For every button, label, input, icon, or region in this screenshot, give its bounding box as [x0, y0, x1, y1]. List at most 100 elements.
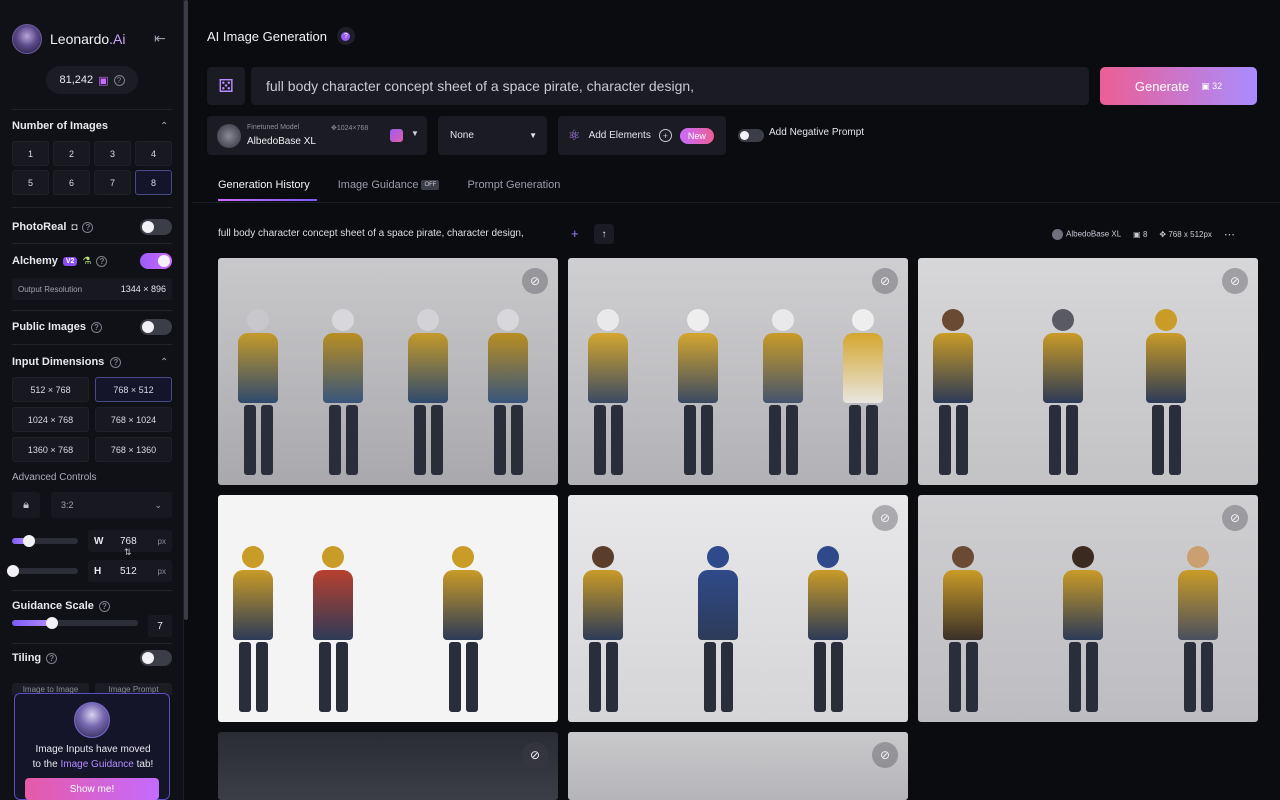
dim-1024x768[interactable]: 1024 × 768 — [12, 407, 89, 432]
prompt-input[interactable]: full body character concept sheet of a s… — [251, 67, 1089, 105]
generated-image-2[interactable]: ⊘ — [568, 258, 908, 485]
generate-button[interactable]: Generate ▣ 32 — [1100, 67, 1257, 105]
character-figure — [443, 546, 483, 712]
help-icon[interactable]: ? — [113, 74, 125, 86]
dim-512x768[interactable]: 512 × 768 — [12, 377, 89, 402]
dim-768x1360[interactable]: 768 × 1360 — [95, 437, 172, 462]
help-icon[interactable]: ? — [46, 652, 58, 664]
hide-image-icon[interactable]: ⊘ — [872, 742, 898, 768]
hide-image-icon[interactable]: ⊘ — [1222, 505, 1248, 531]
model-avatar-icon — [1052, 229, 1063, 240]
height-slider-knob[interactable] — [7, 565, 19, 577]
page-title: AI Image Generation ? — [207, 27, 355, 45]
brand-logo[interactable]: Leonardo.Ai — [12, 24, 126, 54]
hide-image-icon[interactable]: ⊘ — [872, 268, 898, 294]
alchemy-toggle[interactable] — [140, 253, 172, 269]
hide-image-icon[interactable]: ⊘ — [522, 742, 548, 768]
divider — [12, 207, 172, 208]
height-slider[interactable] — [7, 565, 78, 577]
generated-image-5[interactable]: ⊘ — [568, 495, 908, 722]
chevron-down-icon: ⌄ — [154, 499, 162, 510]
tab-image-guidance[interactable]: Image Guidance OFF — [338, 179, 440, 191]
add-elements-button[interactable]: ⚛ Add Elements + New — [558, 116, 726, 155]
new-badge: New — [679, 127, 714, 144]
character-figure — [588, 309, 628, 475]
chevron-up-icon[interactable]: ⌃ — [160, 357, 168, 368]
hide-image-icon[interactable]: ⊘ — [1222, 268, 1248, 294]
help-icon[interactable]: ? — [90, 321, 102, 333]
tiling-toggle[interactable] — [140, 650, 172, 666]
image-inputs-notice: Image Inputs have moved to the Image Gui… — [14, 693, 170, 800]
notice-text: Image Inputs have moved to the Image Gui… — [32, 744, 154, 770]
num-images-8[interactable]: 8 — [135, 170, 172, 195]
num-images-4[interactable]: 4 — [135, 141, 172, 166]
model-settings-icon[interactable] — [390, 129, 403, 142]
history-dims: ✥ 768 x 512px — [1159, 230, 1212, 239]
num-images-7[interactable]: 7 — [94, 170, 131, 195]
num-images-3[interactable]: 3 — [94, 141, 131, 166]
generated-image-6[interactable]: ⊘ — [918, 495, 1258, 722]
model-select[interactable]: Finetuned Model ✥1024×768 AlbedoBase XL … — [207, 116, 427, 155]
chevron-up-icon[interactable]: ⌃ — [160, 121, 168, 132]
height-field[interactable]: H 512 px — [88, 560, 172, 582]
sidebar: Leonardo.Ai ⇤ 81,242 ▣ ? Number of Image… — [0, 0, 184, 800]
number-of-images-title: Number of Images — [12, 120, 108, 132]
add-prompt-icon[interactable]: + — [571, 226, 579, 241]
tab-generation-history[interactable]: Generation History — [218, 179, 310, 191]
width-slider-knob[interactable] — [23, 535, 35, 547]
character-figure — [1178, 546, 1218, 712]
character-figure — [583, 546, 623, 712]
public-images-toggle[interactable] — [140, 319, 172, 335]
history-prompt: full body character concept sheet of a s… — [218, 228, 524, 239]
dim-1360x768[interactable]: 1360 × 768 — [12, 437, 89, 462]
help-icon[interactable]: ? — [110, 356, 122, 368]
hide-image-icon[interactable]: ⊘ — [872, 505, 898, 531]
app-root: Leonardo.Ai ⇤ 81,242 ▣ ? Number of Image… — [0, 0, 1280, 800]
credits-badge[interactable]: 81,242 ▣ ? — [46, 66, 138, 94]
generated-image-4[interactable] — [218, 495, 558, 722]
help-icon[interactable]: ? — [82, 221, 94, 233]
guidance-scale-slider[interactable] — [12, 617, 138, 629]
generated-image-7[interactable]: ⊘ — [218, 732, 558, 800]
divider — [12, 344, 172, 345]
help-icon[interactable]: ? — [98, 600, 110, 612]
num-images-2[interactable]: 2 — [53, 141, 90, 166]
random-prompt-dice-icon[interactable]: ⚄ — [207, 67, 245, 105]
more-options-icon[interactable]: ⋯ — [1224, 228, 1235, 241]
reuse-prompt-icon[interactable]: ↑ — [594, 224, 614, 244]
sidebar-scrollbar[interactable] — [184, 0, 188, 620]
num-images-1[interactable]: 1 — [12, 141, 49, 166]
guidance-scale-knob[interactable] — [46, 617, 58, 629]
generated-image-1[interactable]: ⊘ — [218, 258, 558, 485]
help-icon[interactable]: ? — [96, 255, 108, 267]
style-preset-select[interactable]: None ▼ — [438, 116, 547, 155]
swap-dimensions-icon[interactable]: ⇅ — [124, 547, 132, 558]
dim-768x512[interactable]: 768 × 512 — [95, 377, 172, 402]
photoreal-toggle[interactable] — [140, 219, 172, 235]
dim-768x1024[interactable]: 768 × 1024 — [95, 407, 172, 432]
image-guidance-link[interactable]: Image Guidance — [60, 759, 133, 770]
generated-image-3[interactable]: ⊘ — [918, 258, 1258, 485]
collapse-sidebar-icon[interactable]: ⇤ — [154, 30, 166, 47]
num-images-5[interactable]: 5 — [12, 170, 49, 195]
aspect-ratio-select[interactable]: 3:2 ⌄ — [51, 492, 172, 518]
guidance-scale-value[interactable]: 7 — [148, 615, 172, 637]
character-figure — [233, 546, 273, 712]
divider — [12, 109, 172, 110]
output-resolution: Output Resolution 1344 × 896 — [12, 278, 172, 300]
lock-icon[interactable]: 🔒︎ — [12, 492, 40, 518]
tab-prompt-generation[interactable]: Prompt Generation — [467, 179, 560, 191]
num-images-6[interactable]: 6 — [53, 170, 90, 195]
character-figure — [1063, 546, 1103, 712]
negative-prompt-toggle[interactable] — [738, 129, 764, 142]
token-icon: ▣ — [98, 74, 109, 87]
divider — [192, 202, 1280, 203]
help-icon[interactable]: ? — [336, 27, 355, 45]
model-name: AlbedoBase XL — [247, 136, 316, 147]
generated-image-8[interactable]: ⊘ — [568, 732, 908, 800]
hide-image-icon[interactable]: ⊘ — [522, 268, 548, 294]
show-me-button[interactable]: Show me! — [25, 778, 159, 800]
width-slider[interactable] — [12, 535, 78, 547]
divider — [12, 243, 172, 244]
model-dims: ✥1024×768 — [331, 125, 369, 132]
